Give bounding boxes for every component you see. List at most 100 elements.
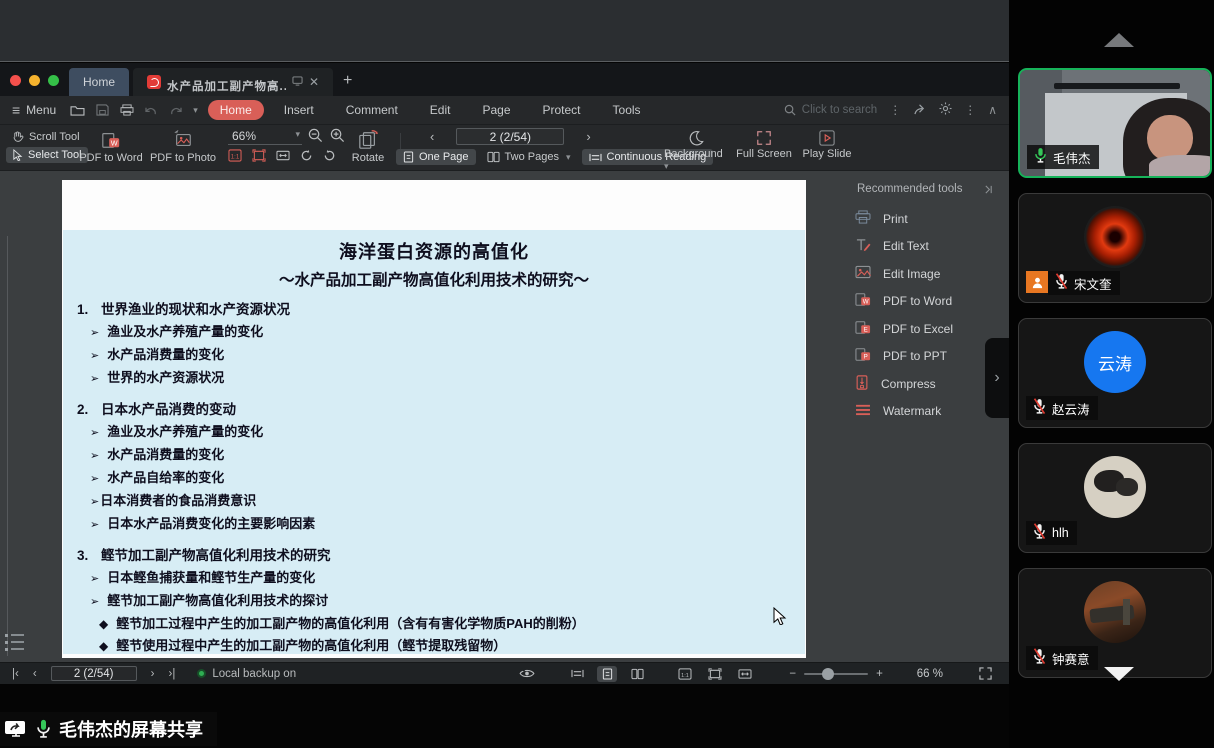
ribbon-tab-comment[interactable]: Comment (334, 100, 410, 120)
ribbon-tab-edit[interactable]: Edit (418, 100, 463, 120)
last-page-button[interactable]: ›| (169, 668, 176, 680)
share-icon[interactable] (913, 103, 927, 118)
zoom-plus-icon[interactable]: + (876, 668, 883, 680)
more-options-icon[interactable]: ⋮ (889, 103, 901, 117)
recommended-tools-panel: Recommended tools PrintEdit TextEdit Ima… (855, 179, 995, 425)
new-tab-button[interactable]: + (343, 72, 352, 90)
settings-gear-icon[interactable] (939, 102, 952, 118)
scroll-up-arrow-icon[interactable] (1104, 33, 1134, 47)
thumbnail-panel-icon[interactable] (4, 631, 26, 660)
menu-button[interactable]: Menu (26, 103, 56, 117)
continuous-view-icon[interactable] (567, 666, 587, 682)
zoom-level-value: 66% (232, 129, 256, 143)
slide-outline: 1.世界渔业的现状和水产资源状况➢渔业及水产养殖产量的变化➢水产品消费量的变化➢… (63, 299, 805, 654)
quick-access-dropdown-icon[interactable]: ▾ (193, 105, 198, 116)
participant-tile-赵云涛[interactable]: 云涛赵云涛 (1018, 318, 1212, 428)
overflow-menu-icon[interactable]: ⋮ (964, 103, 976, 117)
undo-icon[interactable] (145, 105, 158, 116)
pdf-to-photo-button[interactable]: PDF to Photo (148, 130, 218, 164)
tool-pdf-to-word[interactable]: WPDF to Word (855, 288, 995, 316)
full-screen-button[interactable]: Full Screen (734, 130, 794, 160)
fit-page-button[interactable] (705, 666, 725, 682)
tab-document[interactable]: 水产品加工副产物高...30421.pdf ✕ (133, 68, 333, 96)
tool-pdf-to-ppt[interactable]: PPDF to PPT (855, 343, 995, 371)
participant-tile-毛伟杰[interactable]: 毛伟杰 (1018, 68, 1212, 178)
zoom-in-button[interactable] (330, 128, 345, 146)
zoom-minus-icon[interactable]: − (789, 668, 796, 680)
outline-bullet-item: ➢日本水产品消费变化的主要影响因素 (63, 513, 805, 536)
edit-image-icon (855, 265, 871, 282)
rotate-button[interactable]: Rotate (344, 130, 392, 164)
background-label: Background (664, 148, 723, 160)
tool-edit-text[interactable]: Edit Text (855, 233, 995, 261)
local-backup-status[interactable]: Local backup on (197, 668, 296, 680)
participant-tile-钟赛意[interactable]: 钟赛意 (1018, 568, 1212, 678)
one-page-button[interactable]: One Page (396, 149, 476, 165)
close-tab-icon[interactable]: ✕ (309, 75, 319, 89)
actual-size-button[interactable]: 1:1 (675, 666, 695, 682)
tool-compress[interactable]: Compress (855, 370, 995, 398)
minimize-window-button[interactable] (29, 75, 40, 86)
zoom-out-button[interactable] (308, 128, 323, 146)
statusbar-right-cluster: 1:1 − + 66 % (517, 666, 995, 682)
print-icon[interactable] (120, 104, 134, 116)
ribbon-tab-protect[interactable]: Protect (531, 100, 593, 120)
participant-tile-hlh[interactable]: hlh (1018, 443, 1212, 553)
rotate-left-icon[interactable] (323, 149, 336, 165)
background-button[interactable]: Background ▾ (664, 130, 728, 172)
two-pages-button[interactable]: Two Pages ▾ (480, 149, 578, 165)
next-page-button[interactable]: › (564, 129, 612, 144)
collapse-ribbon-icon[interactable]: ∧ (988, 103, 997, 117)
hamburger-icon[interactable]: ≡ (12, 102, 20, 118)
ribbon-tab-home[interactable]: Home (208, 100, 264, 120)
fullscreen-toggle-icon[interactable] (975, 666, 995, 682)
outline-bullet-item: ➢水产品自给率的变化 (63, 467, 805, 490)
redo-icon[interactable] (169, 105, 182, 116)
zoom-slider[interactable]: − + (789, 668, 882, 680)
outline-bullet-item: ◆鲣节使用过程中产生的加工副产物的高值化利用（鲣节提取残留物） (63, 635, 805, 654)
save-icon[interactable] (96, 104, 109, 116)
document-viewport[interactable]: 海洋蛋白资源的高值化 ～水产品加工副产物高值化利用技术的研究～ 1.世界渔业的现… (0, 171, 1009, 662)
zoom-slider-track[interactable] (804, 673, 868, 675)
fit-width-icon[interactable] (276, 149, 290, 165)
outline-section-heading: 1.世界渔业的现状和水产资源状况 (63, 299, 805, 321)
two-page-view-icon[interactable] (627, 666, 647, 682)
participant-tile-宋文奎[interactable]: 宋文奎 (1018, 193, 1212, 303)
tab-home[interactable]: Home (69, 68, 129, 96)
statusbar-page-display[interactable]: 2 (2/54) (51, 666, 137, 681)
read-mode-eye-icon[interactable] (517, 666, 537, 682)
fit-page-icon[interactable] (252, 149, 266, 165)
prev-page-button[interactable]: ‹ (33, 668, 37, 680)
single-page-view-icon[interactable] (597, 666, 617, 682)
tool-watermark[interactable]: Watermark (855, 398, 995, 426)
fit-width-button[interactable] (735, 666, 755, 682)
collapse-panel-icon[interactable] (984, 185, 993, 194)
zoom-level-dropdown[interactable]: 66% ▾ (228, 129, 302, 145)
previous-page-button[interactable]: ‹ (408, 129, 456, 144)
toolbar-page-display[interactable]: 2 (2/54) (456, 128, 564, 145)
pdf-to-photo-label: PDF to Photo (150, 152, 216, 164)
search-field[interactable]: Click to search (784, 104, 877, 116)
ribbon-tab-insert[interactable]: Insert (272, 100, 326, 120)
tool-pdf-to-excel[interactable]: EPDF to Excel (855, 315, 995, 343)
muted-mic-icon (1032, 523, 1047, 543)
actual-size-icon[interactable]: 1:1 (228, 149, 242, 165)
expand-panel-button[interactable]: › (985, 338, 1009, 418)
scroll-down-arrow-icon[interactable] (1104, 667, 1134, 681)
first-page-button[interactable]: |‹ (12, 668, 19, 680)
two-pages-caret-icon: ▾ (566, 152, 571, 163)
close-window-button[interactable] (10, 75, 21, 86)
ribbon-tab-page[interactable]: Page (470, 100, 522, 120)
zoom-window-button[interactable] (48, 75, 59, 86)
zoom-slider-thumb[interactable] (822, 668, 834, 680)
tool-print[interactable]: Print (855, 205, 995, 233)
play-slide-button[interactable]: Play Slide (800, 130, 854, 160)
rotate-right-icon[interactable] (300, 149, 313, 165)
compress-icon (855, 375, 869, 393)
open-folder-icon[interactable] (70, 104, 85, 116)
svg-text:1:1: 1:1 (231, 154, 240, 160)
pdf-to-word-button[interactable]: W PDF to Word (76, 130, 146, 164)
ribbon-tab-tools[interactable]: Tools (601, 100, 653, 120)
next-page-button[interactable]: › (151, 668, 155, 680)
tool-edit-image[interactable]: Edit Image (855, 260, 995, 288)
